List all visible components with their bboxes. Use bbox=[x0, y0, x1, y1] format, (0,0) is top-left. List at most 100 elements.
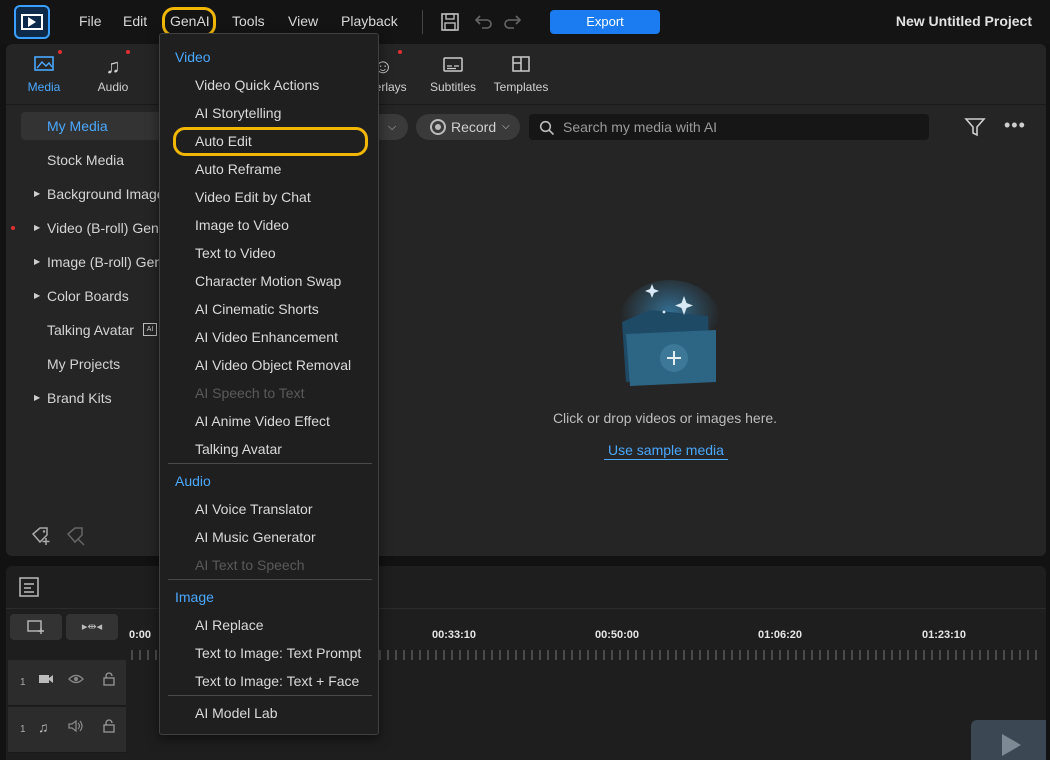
menu-item-ai-speech-to-text: AI Speech to Text bbox=[195, 385, 305, 401]
timeline-view-icon[interactable] bbox=[18, 576, 40, 598]
import-dropdown-chevron[interactable]: ⌵ bbox=[376, 114, 408, 140]
timecode-label: 0:00 bbox=[129, 629, 152, 641]
tab-audio-label: Audio bbox=[97, 80, 129, 94]
genai-dropdown-menu: Video Video Quick Actions AI Storytellin… bbox=[159, 33, 379, 735]
save-icon[interactable] bbox=[440, 12, 460, 32]
record-icon bbox=[430, 119, 446, 135]
remove-tag-icon[interactable] bbox=[65, 526, 87, 546]
sidebar-item-video-broll-generator[interactable]: ▶ Video (B-roll) Generator bbox=[6, 214, 166, 242]
sidebar-item-background-images[interactable]: ▶ Background Images bbox=[6, 180, 166, 208]
new-badge-dot bbox=[58, 50, 62, 54]
menu-item-ai-video-object-removal[interactable]: AI Video Object Removal bbox=[195, 357, 351, 373]
new-badge-dot bbox=[398, 50, 402, 54]
expand-caret-icon[interactable]: ▶ bbox=[34, 180, 40, 208]
menu-item-video-edit-by-chat[interactable]: Video Edit by Chat bbox=[195, 189, 311, 205]
undo-icon[interactable] bbox=[473, 13, 493, 31]
auto-edit-highlight-ring bbox=[173, 127, 368, 156]
sidebar-item-my-projects[interactable]: My Projects bbox=[6, 350, 166, 378]
add-tag-icon[interactable] bbox=[30, 526, 52, 546]
expand-caret-icon[interactable]: ▶ bbox=[34, 384, 40, 412]
expand-caret-icon[interactable]: ▶ bbox=[34, 248, 40, 276]
tab-media-label: Media bbox=[27, 80, 61, 94]
app-logo-icon[interactable] bbox=[14, 5, 50, 39]
expand-caret-icon[interactable]: ▶ bbox=[34, 214, 40, 242]
sidebar-item-label: My Projects bbox=[47, 356, 121, 372]
menu-item-character-motion-swap[interactable]: Character Motion Swap bbox=[195, 273, 341, 289]
menu-item-ai-anime-video-effect[interactable]: AI Anime Video Effect bbox=[195, 413, 330, 429]
menu-item-image-to-video[interactable]: Image to Video bbox=[195, 217, 289, 233]
menu-file[interactable]: File bbox=[79, 13, 102, 29]
redo-icon[interactable] bbox=[503, 13, 523, 31]
sidebar-item-my-media[interactable]: My Media bbox=[21, 112, 166, 140]
menu-tools[interactable]: Tools bbox=[232, 13, 265, 29]
sidebar-item-talking-avatar[interactable]: Talking Avatar AI bbox=[6, 316, 166, 344]
eye-icon[interactable] bbox=[68, 672, 84, 689]
video-track-header[interactable]: 1 bbox=[8, 660, 126, 706]
record-label: Record bbox=[451, 119, 497, 135]
menu-item-video-quick-actions[interactable]: Video Quick Actions bbox=[195, 77, 319, 93]
sidebar-item-stock-media[interactable]: Stock Media bbox=[6, 146, 166, 174]
lock-icon[interactable] bbox=[102, 719, 116, 736]
tab-audio[interactable]: ♫ Audio bbox=[83, 54, 143, 94]
menu-item-talking-avatar[interactable]: Talking Avatar bbox=[195, 441, 282, 457]
media-search-box[interactable] bbox=[529, 114, 929, 140]
expand-caret-icon[interactable]: ▶ bbox=[34, 282, 40, 310]
menu-separator bbox=[168, 463, 372, 464]
sidebar-item-label: Stock Media bbox=[47, 152, 125, 168]
search-input[interactable] bbox=[563, 114, 923, 140]
add-track-button[interactable] bbox=[10, 614, 62, 640]
tab-subtitles[interactable]: Subtitles bbox=[423, 54, 483, 94]
empty-folder-illustration-icon bbox=[620, 280, 720, 386]
menu-item-ai-music-generator[interactable]: AI Music Generator bbox=[195, 529, 316, 545]
audio-track-header[interactable]: 1 ♫ bbox=[8, 707, 126, 753]
tab-templates[interactable]: Templates bbox=[491, 54, 551, 94]
menu-item-auto-reframe[interactable]: Auto Reframe bbox=[195, 161, 281, 177]
fit-timeline-icon: ▸⇹◂ bbox=[81, 621, 103, 633]
music-note-icon: ♫ bbox=[38, 719, 49, 735]
track-number: 1 bbox=[20, 724, 26, 735]
toolbar-divider bbox=[422, 10, 423, 34]
project-title: New Untitled Project bbox=[895, 13, 1032, 29]
timecode-label: 00:50:00 bbox=[595, 629, 640, 641]
fit-timeline-button[interactable]: ▸⇹◂ bbox=[66, 614, 118, 640]
search-icon bbox=[539, 120, 555, 136]
media-icon bbox=[14, 54, 74, 80]
sidebar-item-label: Image (B-roll) Generator bbox=[47, 254, 166, 270]
menu-section-video: Video bbox=[175, 49, 211, 65]
speaker-icon[interactable] bbox=[68, 719, 84, 736]
menu-item-ai-cinematic-shorts[interactable]: AI Cinematic Shorts bbox=[195, 301, 319, 317]
sidebar-item-label: Background Images bbox=[47, 186, 166, 202]
lock-icon[interactable] bbox=[102, 672, 116, 689]
sidebar-item-label: Brand Kits bbox=[47, 390, 112, 406]
timecode-label: 01:06:20 bbox=[758, 629, 803, 641]
export-button[interactable]: Export bbox=[550, 10, 660, 34]
sidebar-item-label: Video (B-roll) Generator bbox=[47, 220, 166, 236]
use-sample-media-link[interactable]: Use sample media bbox=[604, 442, 728, 460]
menu-bar: File Edit GenAI Tools View Playback Expo… bbox=[0, 0, 1050, 44]
record-button[interactable]: Record ⌵ bbox=[416, 114, 520, 140]
track-number: 1 bbox=[20, 677, 26, 688]
menu-item-ai-voice-translator[interactable]: AI Voice Translator bbox=[195, 501, 313, 517]
menu-item-ai-text-to-speech: AI Text to Speech bbox=[195, 557, 305, 573]
tab-media[interactable]: Media bbox=[14, 54, 74, 94]
sidebar-item-color-boards[interactable]: ▶ Color Boards bbox=[6, 282, 166, 310]
menu-playback[interactable]: Playback bbox=[341, 13, 398, 29]
menu-view[interactable]: View bbox=[288, 13, 318, 29]
menu-item-ai-replace[interactable]: AI Replace bbox=[195, 617, 263, 633]
more-options-icon[interactable]: ••• bbox=[1004, 115, 1026, 136]
menu-item-ai-video-enhancement[interactable]: AI Video Enhancement bbox=[195, 329, 338, 345]
video-clip-thumbnail[interactable] bbox=[971, 720, 1046, 760]
menu-item-text-to-video[interactable]: Text to Video bbox=[195, 245, 276, 261]
menu-item-text-to-image-text-face[interactable]: Text to Image: Text + Face bbox=[195, 673, 359, 689]
menu-item-text-to-image-text-prompt[interactable]: Text to Image: Text Prompt bbox=[195, 645, 361, 661]
menu-edit[interactable]: Edit bbox=[123, 13, 147, 29]
tab-subtitles-label: Subtitles bbox=[429, 80, 477, 94]
menu-item-ai-storytelling[interactable]: AI Storytelling bbox=[195, 105, 281, 121]
sidebar-item-brand-kits[interactable]: ▶ Brand Kits bbox=[6, 384, 166, 412]
templates-icon bbox=[491, 54, 551, 80]
menu-separator bbox=[168, 695, 372, 696]
sidebar-item-image-broll-generator[interactable]: ▶ Image (B-roll) Generator bbox=[6, 248, 166, 276]
menu-item-ai-model-lab[interactable]: AI Model Lab bbox=[195, 705, 278, 721]
timecode-label: 01:23:10 bbox=[922, 629, 967, 641]
filter-icon[interactable] bbox=[964, 116, 986, 138]
